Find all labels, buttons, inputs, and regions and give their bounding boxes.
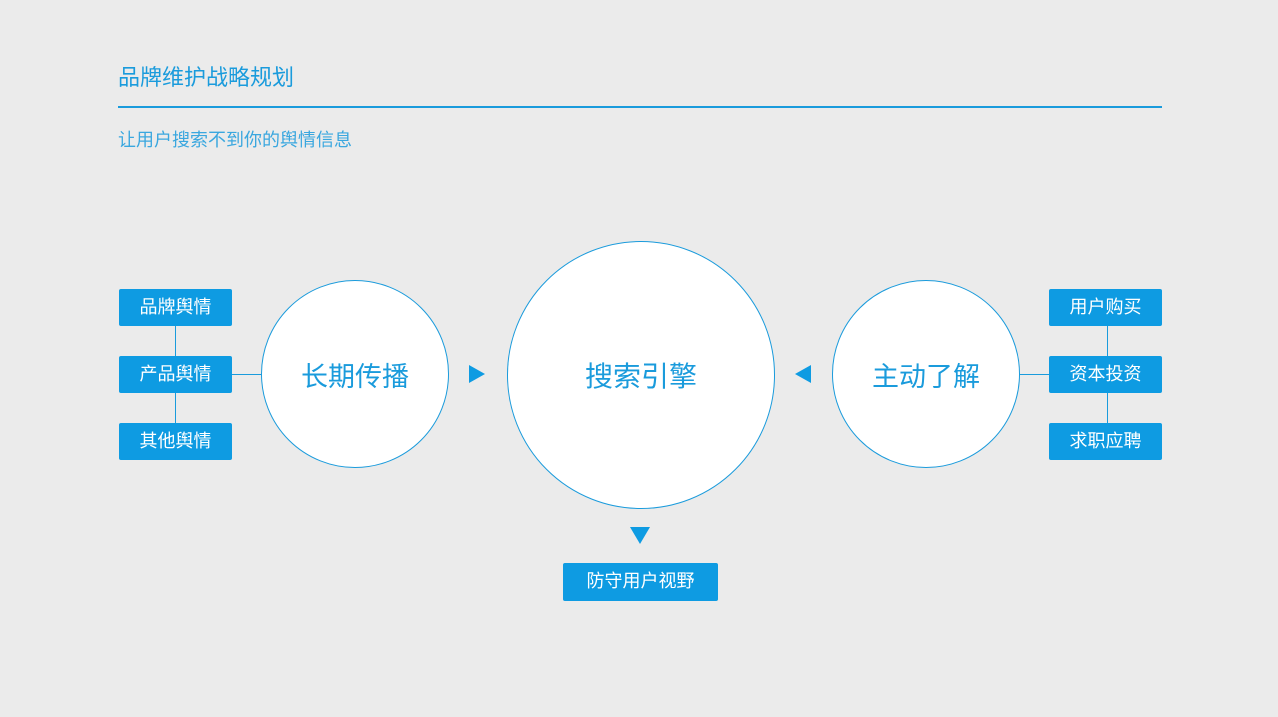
triangle-left-icon: [795, 365, 811, 383]
right-connector-horizontal: [1020, 374, 1049, 375]
left-circle-label: 长期传播: [301, 361, 409, 393]
right-connector-bottom: [1107, 393, 1108, 423]
left-item-product-sentiment: 产品舆情: [119, 356, 232, 393]
page-title: 品牌维护战略规划: [118, 66, 295, 91]
triangle-right-icon: [469, 365, 485, 383]
right-circle-label: 主动了解: [872, 361, 980, 393]
right-item-job-seeking: 求职应聘: [1049, 423, 1162, 460]
left-item-other-sentiment: 其他舆情: [119, 423, 232, 460]
bottom-item-guard-user-view: 防守用户视野: [563, 563, 718, 601]
center-circle-search-engine: 搜索引擎: [507, 241, 775, 509]
left-connector-top: [175, 326, 176, 356]
left-connector-horizontal: [232, 374, 262, 375]
right-item-capital-investment: 资本投资: [1049, 356, 1162, 393]
title-divider: [118, 106, 1162, 108]
left-item-brand-sentiment: 品牌舆情: [119, 289, 232, 326]
right-connector-top: [1107, 326, 1108, 356]
right-circle-active-understanding: 主动了解: [832, 280, 1020, 468]
triangle-down-icon: [630, 527, 650, 544]
center-circle-label: 搜索引擎: [584, 360, 697, 393]
right-item-user-purchase: 用户购买: [1049, 289, 1162, 326]
page-subtitle: 让用户搜索不到你的舆情信息: [118, 130, 352, 151]
left-connector-bottom: [175, 393, 176, 423]
left-circle-long-term-spread: 长期传播: [261, 280, 449, 468]
